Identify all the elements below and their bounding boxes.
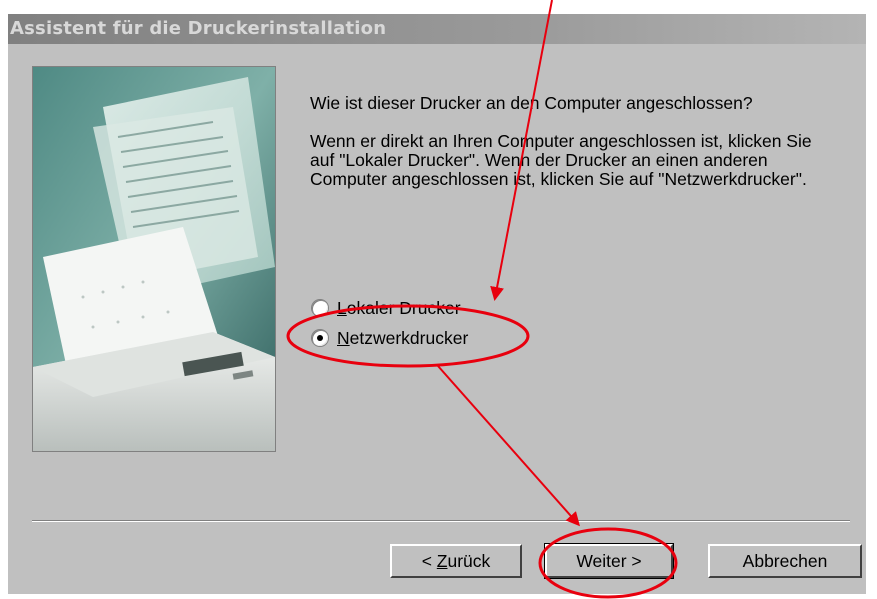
local-printer-option[interactable]: Lokaler Drucker xyxy=(312,297,461,319)
network-printer-option[interactable]: Netzwerkdrucker xyxy=(312,327,468,349)
connection-question: Wie ist dieser Drucker an den Computer a… xyxy=(310,93,753,113)
local-printer-label: Lokaler Drucker xyxy=(337,297,461,318)
window-title: Assistent für die Druckerinstallation xyxy=(10,18,387,39)
wizard-instructions: Wie ist dieser Drucker an den Computer a… xyxy=(310,94,840,189)
title-bar[interactable]: Assistent für die Druckerinstallation xyxy=(8,14,866,44)
printer-icon xyxy=(33,67,275,451)
cancel-button-label: Abbrechen xyxy=(742,550,828,571)
cancel-button[interactable]: Abbrechen xyxy=(708,544,862,578)
network-printer-radio[interactable] xyxy=(312,330,328,346)
back-button[interactable]: < Zurück xyxy=(390,544,522,578)
back-button-label: < Zurück xyxy=(421,550,491,571)
next-button[interactable]: Weiter > xyxy=(544,543,674,579)
printer-wizard-dialog: Assistent für die Druckerinstallation Wi… xyxy=(8,14,866,594)
connection-explanation: Wenn er direkt an Ihren Computer angesch… xyxy=(310,131,812,189)
network-printer-label: Netzwerkdrucker xyxy=(337,327,469,348)
next-button-label: Weiter > xyxy=(576,550,642,571)
printer-illustration xyxy=(32,66,276,452)
local-printer-radio[interactable] xyxy=(312,300,328,316)
